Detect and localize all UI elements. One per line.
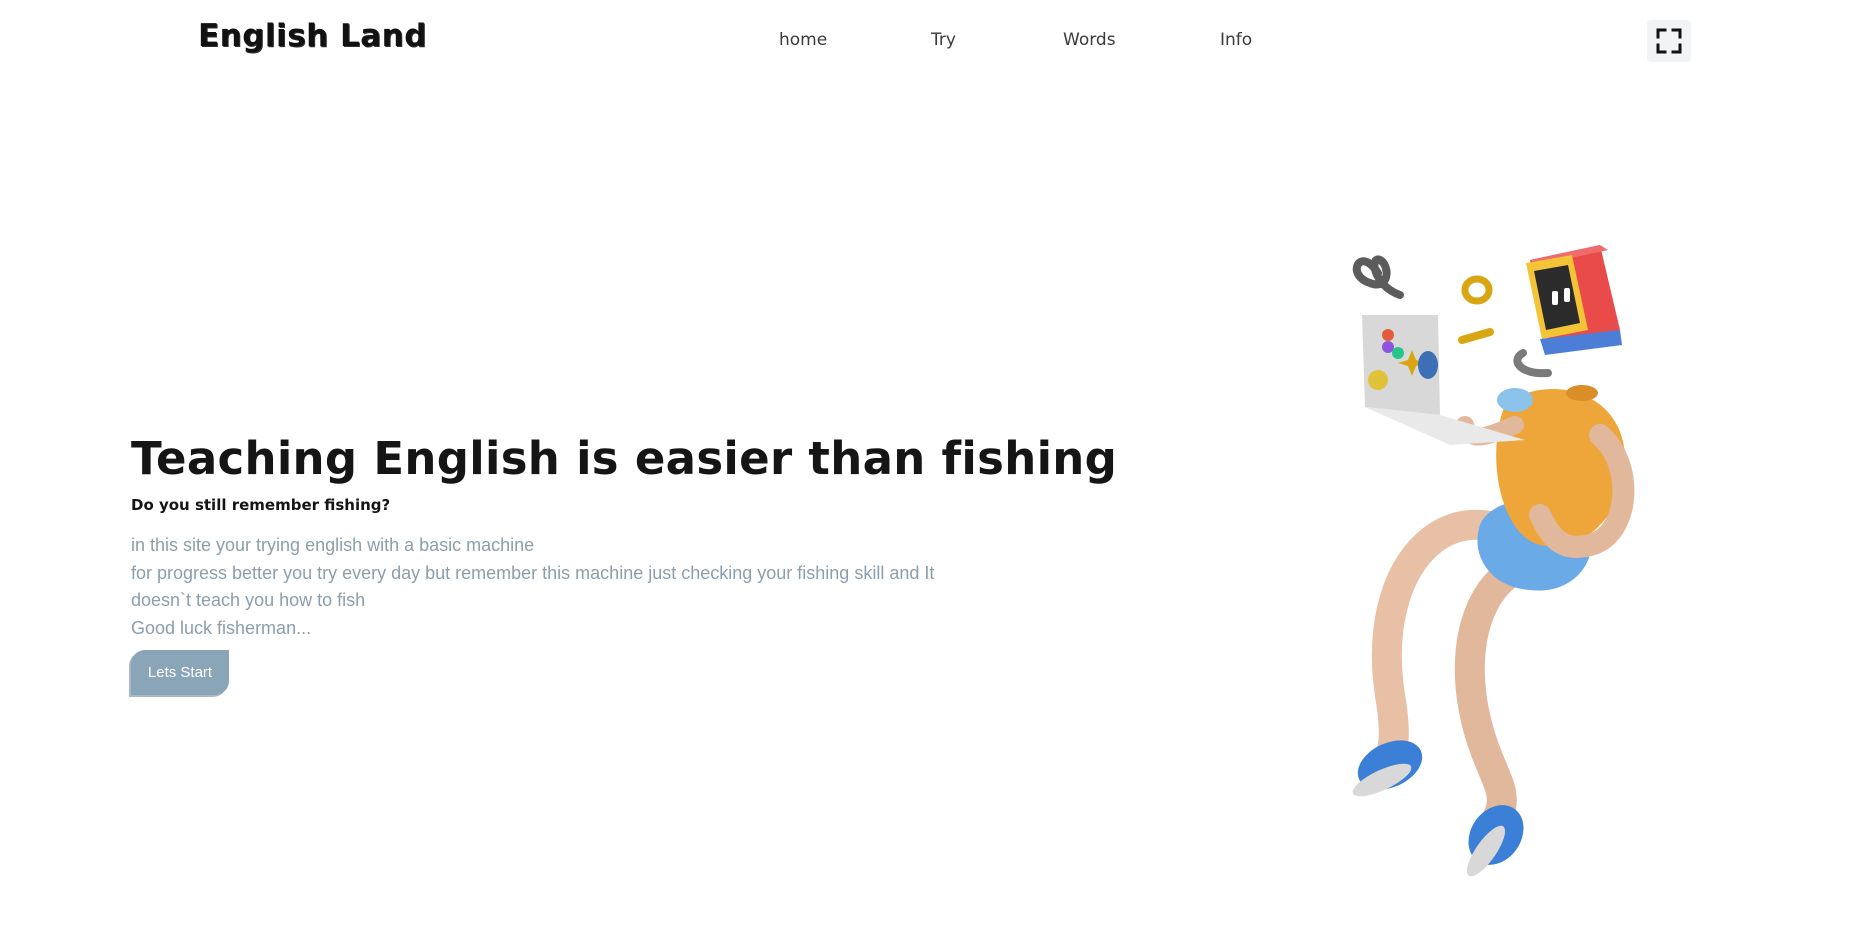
hero-illustration: [1352, 245, 1635, 877]
monitor-head-shape: [1526, 245, 1622, 355]
hook-shape: [1513, 349, 1552, 378]
site-logo[interactable]: English Land: [198, 18, 427, 54]
hero-description-line: in this site your trying english with a …: [131, 535, 535, 555]
hero-title: Teaching English is easier than fishing: [131, 432, 1118, 485]
hero-description-line: Good luck fisherman...: [131, 617, 312, 638]
hero-description-line: for progress better you try every day bu…: [131, 562, 935, 583]
leg-right: [1454, 549, 1565, 845]
fullscreen-icon: [1656, 28, 1682, 54]
hand-shape: [1497, 388, 1533, 412]
squiggle-shape: [1352, 255, 1404, 299]
nav-words[interactable]: Words: [1063, 30, 1116, 50]
hero-description: in this site your trying english with a …: [131, 532, 961, 642]
nav-info[interactable]: Info: [1220, 30, 1252, 50]
nav-home[interactable]: home: [779, 30, 827, 50]
lets-start-button[interactable]: Lets Start: [131, 650, 229, 695]
fullscreen-button[interactable]: [1647, 20, 1691, 62]
bar-shape: [1458, 328, 1494, 344]
neck-shape: [1566, 385, 1598, 401]
hero-subtitle: Do you still remember fishing?: [131, 496, 391, 514]
page: English Land home Try Words Info Teachin…: [0, 0, 1859, 947]
hero-description-line: doesn`t teach you how to fish: [131, 590, 366, 610]
shoe-right: [1466, 805, 1524, 877]
ring-shape: [1461, 275, 1493, 305]
nav-try[interactable]: Try: [931, 30, 956, 50]
